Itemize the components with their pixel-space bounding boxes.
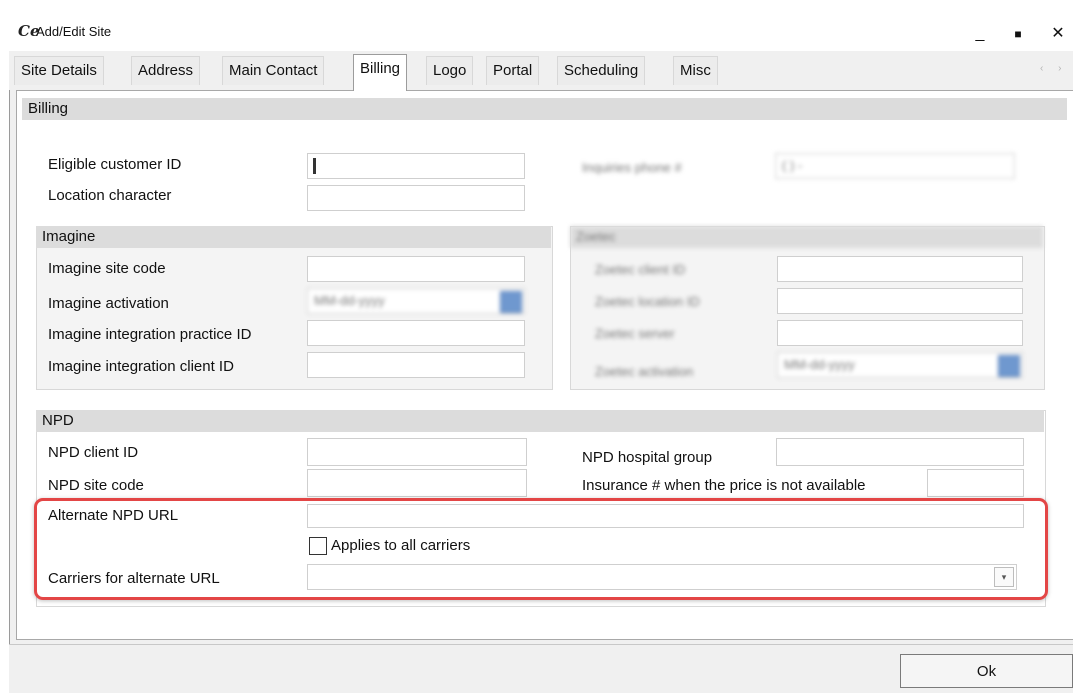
zoetec-header-text: Zoetec [576,229,616,244]
tab-portal[interactable]: Portal [486,56,540,85]
zoetec-server-label: Zoetec server [595,326,675,341]
tab-scroll-arrows[interactable]: ‹ › [1040,63,1067,74]
imagine-activation-placeholder: MM-dd-yyyy [314,293,385,308]
calendar-icon[interactable] [998,355,1020,377]
imagine-client-id-label: Imagine integration client ID [48,358,234,375]
zoetec-location-id-label: Zoetec location ID [595,294,700,309]
npd-site-code-label: NPD site code [48,477,144,494]
tab-misc[interactable]: Misc [673,56,718,85]
imagine-site-code-input[interactable] [307,256,525,282]
imagine-section-header: Imagine [36,226,551,248]
zoetec-location-id-input[interactable] [777,288,1023,314]
title-bar[interactable] [9,17,1073,51]
npd-hospital-group-label: NPD hospital group [582,449,713,466]
maximize-button[interactable]: ■ [1003,18,1033,50]
zoetec-activation-date[interactable]: MM-dd-yyyy [777,352,1023,378]
tab-scheduling[interactable]: Scheduling [557,56,646,85]
zoetec-server-input[interactable] [777,320,1023,346]
ok-button[interactable]: Ok [900,654,1073,688]
tab-address[interactable]: Address [131,56,201,85]
npd-client-id-label: NPD client ID [48,444,139,461]
close-button[interactable]: ✕ [1043,18,1073,50]
eligible-customer-id-input[interactable] [307,153,525,179]
location-character-label: Location character [48,187,172,204]
zoetec-client-id-input[interactable] [777,256,1023,282]
imagine-practice-id-input[interactable] [307,320,525,346]
imagine-site-code-label: Imagine site code [48,260,166,277]
zoetec-section-header: Zoetec [570,226,1043,248]
tab-main-contact[interactable]: Main Contact [222,56,325,85]
tab-billing[interactable]: Billing [353,54,408,91]
npd-site-code-input[interactable] [307,469,527,497]
highlight-annotation [34,498,1048,600]
imagine-activation-date[interactable]: MM-dd-yyyy [307,288,525,314]
imagine-practice-id-label: Imagine integration practice ID [48,326,252,343]
tab-site-details[interactable]: Site Details [14,56,104,85]
calendar-icon[interactable] [500,291,522,313]
inquiries-phone-input[interactable]: ( ) - [775,153,1015,179]
inquiries-phone-value: ( ) - [782,158,803,173]
minimize-button[interactable]: _ [965,18,995,50]
npd-hospital-group-input[interactable] [776,438,1024,466]
imagine-activation-label: Imagine activation [48,295,169,312]
zoetec-client-id-label: Zoetec client ID [595,262,686,277]
window-title: Add/Edit Site [36,24,112,39]
insurance-number-input[interactable] [927,469,1024,497]
zoetec-activation-label: Zoetec activation [595,364,694,379]
tab-logo[interactable]: Logo [426,56,474,85]
npd-client-id-input[interactable] [307,438,527,466]
text-cursor [313,158,316,174]
location-character-input[interactable] [307,185,525,211]
billing-section-header: Billing [22,98,1067,120]
imagine-client-id-input[interactable] [307,352,525,378]
eligible-customer-id-label: Eligible customer ID [48,156,182,173]
zoetec-activation-placeholder: MM-dd-yyyy [784,357,855,372]
npd-section-header: NPD [36,410,1044,432]
inquiries-phone-label: Inquiries phone # [582,160,682,175]
insurance-number-label: Insurance # when the price is not availa… [582,477,866,494]
